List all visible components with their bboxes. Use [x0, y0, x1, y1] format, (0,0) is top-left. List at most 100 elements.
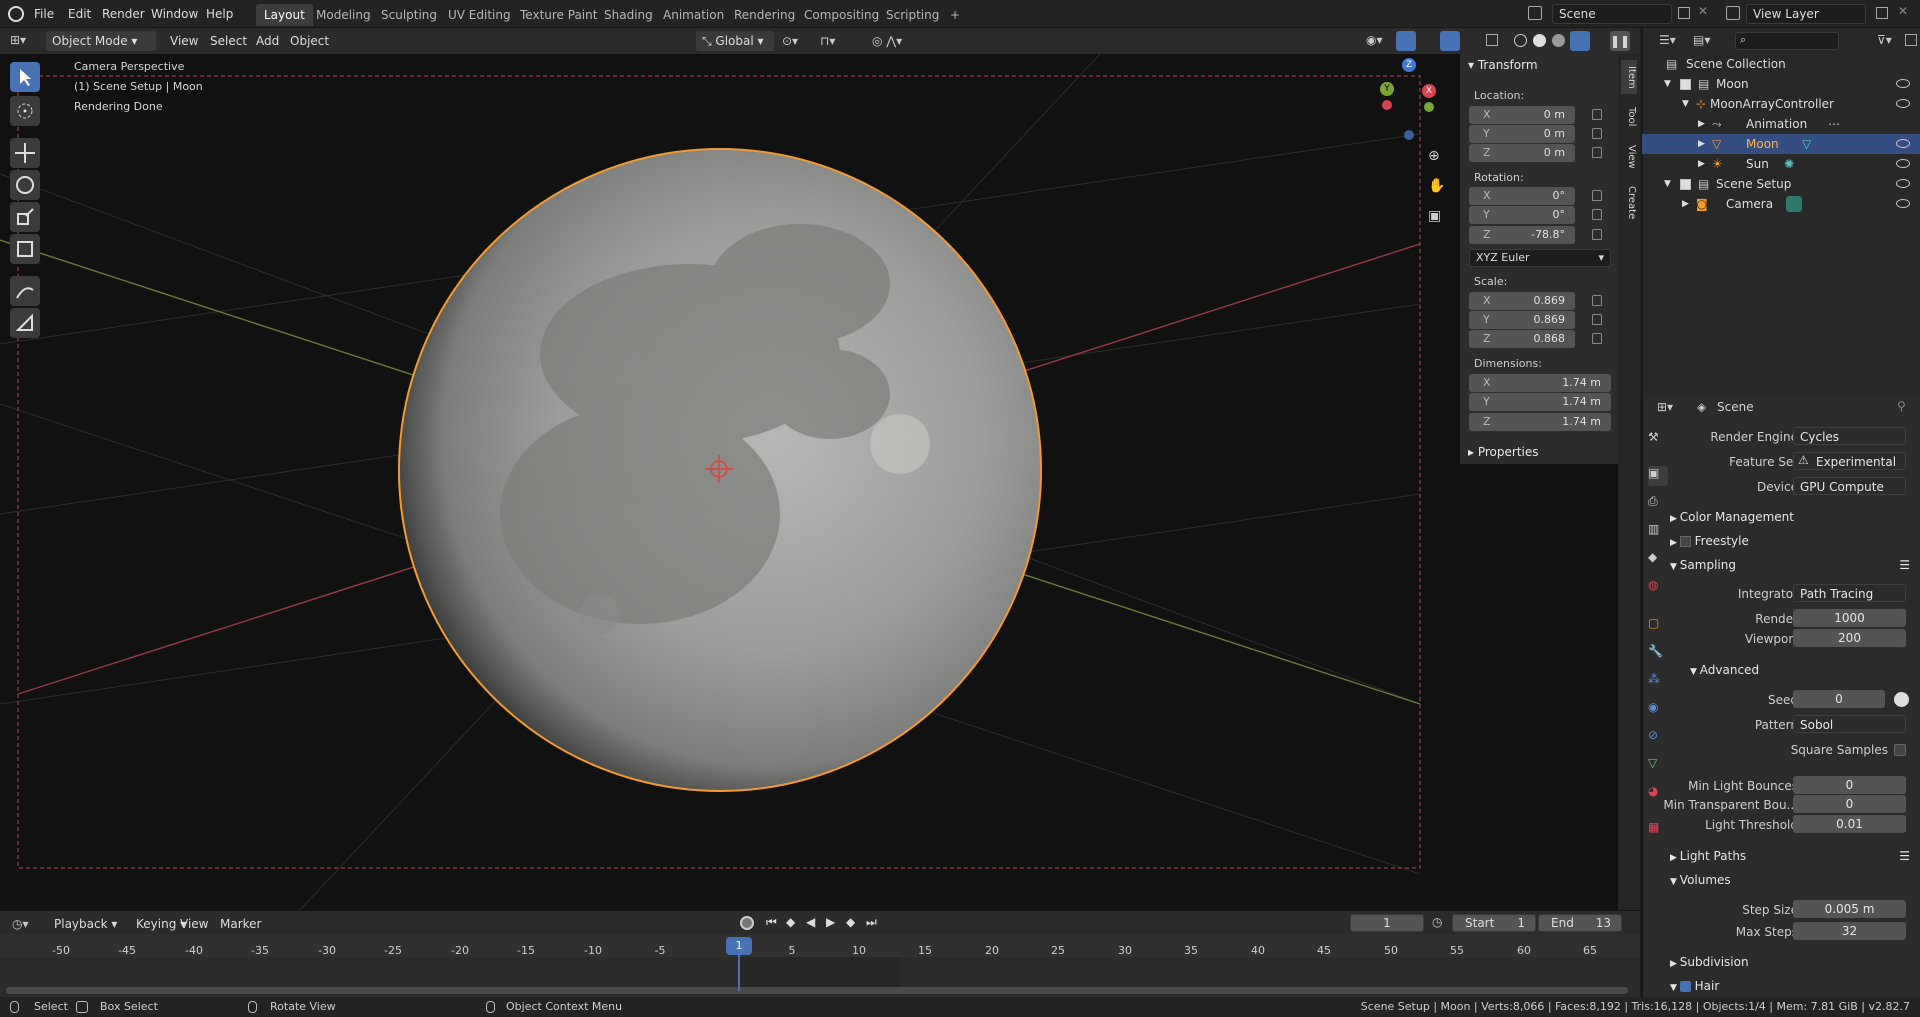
light-threshold-field[interactable]: 0.01	[1793, 815, 1906, 833]
menu-file[interactable]: File	[28, 4, 60, 24]
tab-compositing[interactable]: Compositing	[796, 4, 887, 26]
seed-field[interactable]: 0	[1793, 690, 1885, 708]
constraints-properties-icon[interactable]: ⊘	[1648, 728, 1668, 748]
eye-icon[interactable]	[1896, 199, 1910, 208]
checkbox-icon[interactable]	[1679, 981, 1691, 992]
start-frame-field[interactable]: Start 1	[1452, 914, 1536, 932]
move-tool-icon[interactable]	[10, 138, 40, 168]
tab-uv-editing[interactable]: UV Editing	[440, 4, 519, 26]
play-icon[interactable]: ▶	[826, 915, 835, 929]
tab-rendering[interactable]: Rendering	[726, 4, 803, 26]
navigation-gizmo[interactable]: Z X Y	[1380, 58, 1440, 140]
scale-x-field[interactable]: X 0.869	[1469, 292, 1575, 310]
outliner-search[interactable]: ⌕	[1735, 32, 1839, 50]
eye-icon[interactable]	[1896, 99, 1910, 108]
square-samples-checkbox[interactable]	[1894, 744, 1906, 756]
viewport-samples-field[interactable]: 200	[1793, 629, 1906, 647]
hair-panel[interactable]: ▼ Hair	[1670, 975, 1920, 997]
render-properties-icon[interactable]: ▣	[1648, 466, 1668, 486]
output-properties-icon[interactable]: ⎙	[1648, 494, 1668, 514]
scale-z-field[interactable]: Z 0.868	[1469, 330, 1575, 348]
advanced-subpanel[interactable]: ▼ Advanced	[1690, 659, 1920, 681]
tab-create[interactable]: Create	[1621, 180, 1637, 226]
outliner-row-scene-collection[interactable]: ▤ Scene Collection	[1642, 54, 1920, 74]
transform-panel-header[interactable]: ▾ Transform	[1468, 58, 1538, 72]
scene-icon[interactable]	[1528, 6, 1542, 20]
menu-select[interactable]: Select	[204, 31, 253, 51]
display-mode-icon[interactable]: ▤▾	[1693, 33, 1710, 47]
lock-icon[interactable]	[1592, 295, 1602, 306]
pan-hand-icon[interactable]: ✋	[1428, 178, 1445, 194]
dimensions-z-field[interactable]: Z 1.74 m	[1469, 413, 1611, 431]
world-properties-icon[interactable]: ◍	[1648, 578, 1668, 598]
location-x-field[interactable]: X 0 m	[1469, 106, 1575, 124]
current-frame-field[interactable]: 1	[1350, 914, 1424, 932]
transform-tool-icon[interactable]	[10, 234, 40, 264]
outliner-row-animation[interactable]: ▶ ⤳ Animation ⋯	[1642, 114, 1920, 134]
mode-selector[interactable]: Object Mode ▾	[46, 31, 156, 51]
lock-icon[interactable]	[1592, 128, 1602, 139]
tab-modeling[interactable]: Modeling	[308, 4, 379, 26]
dimensions-y-field[interactable]: Y 1.74 m	[1469, 393, 1611, 411]
menu-marker[interactable]: Marker	[214, 914, 267, 934]
camera-view-icon[interactable]: ▣	[1428, 208, 1441, 224]
menu-window[interactable]: Window	[145, 4, 204, 24]
scrollbar[interactable]	[6, 987, 1628, 994]
lock-icon[interactable]	[1592, 333, 1602, 344]
proportional-editing-icon[interactable]: ◎ ⋀▾	[872, 34, 902, 48]
presets-icon[interactable]: ☰	[1899, 845, 1910, 867]
tab-tool[interactable]: Tool	[1621, 100, 1637, 134]
solid-shading-icon[interactable]	[1533, 34, 1546, 47]
data-properties-icon[interactable]: ▽	[1648, 756, 1668, 776]
presets-icon[interactable]: ☰	[1899, 554, 1910, 576]
transform-orientation-selector[interactable]: ⤡ Global ▾	[696, 31, 774, 51]
tab-view[interactable]: View	[1621, 140, 1637, 174]
sampling-panel[interactable]: ▼ Sampling ☰	[1670, 554, 1920, 576]
tool-properties-icon[interactable]: ⚒	[1648, 430, 1668, 450]
snap-icon[interactable]: ⊓▾	[820, 34, 835, 48]
add-workspace-button[interactable]: +	[942, 4, 968, 26]
pin-icon[interactable]: ⚲	[1897, 399, 1906, 413]
select-tool-icon[interactable]	[10, 62, 40, 92]
scale-y-field[interactable]: Y 0.869	[1469, 311, 1575, 329]
tab-scripting[interactable]: Scripting	[878, 4, 947, 26]
menu-render[interactable]: Render	[96, 4, 151, 24]
view-layer-selector[interactable]: View Layer	[1746, 4, 1866, 24]
wireframe-shading-icon[interactable]	[1514, 34, 1527, 47]
menu-add[interactable]: Add	[250, 31, 285, 51]
tab-sculpting[interactable]: Sculpting	[373, 4, 445, 26]
delete-view-layer-icon[interactable]: ✕	[1898, 4, 1908, 18]
tab-shading[interactable]: Shading	[596, 4, 661, 26]
menu-view[interactable]: View	[164, 31, 204, 51]
scene-selector[interactable]: Scene	[1552, 4, 1672, 24]
menu-edit[interactable]: Edit	[62, 4, 97, 24]
next-keyframe-icon[interactable]: ◆	[846, 915, 855, 929]
dimensions-x-field[interactable]: X 1.74 m	[1469, 374, 1611, 392]
new-collection-icon[interactable]	[1905, 34, 1917, 46]
material-shading-icon[interactable]	[1552, 34, 1565, 47]
outliner-row-moonarraycontroller[interactable]: ▼ ⊹ MoonArrayController	[1642, 94, 1920, 114]
pause-render-icon[interactable]: ❚❚	[1610, 31, 1630, 51]
modifier-properties-icon[interactable]: 🔧	[1648, 644, 1668, 664]
subdivision-panel[interactable]: ▶ Subdivision	[1670, 951, 1920, 973]
menu-playback[interactable]: Playback ▾	[48, 914, 123, 934]
gizmo-y-icon[interactable]: Y	[1380, 82, 1394, 96]
xray-toggle-icon[interactable]	[1486, 34, 1498, 46]
tab-animation[interactable]: Animation	[655, 4, 732, 26]
properties-panel-header[interactable]: ▸ Properties	[1468, 445, 1539, 459]
eye-icon[interactable]	[1896, 79, 1910, 88]
lock-icon[interactable]	[1592, 147, 1602, 158]
gizmo-neg-z-icon[interactable]	[1404, 130, 1414, 140]
volumes-panel[interactable]: ▼ Volumes	[1670, 869, 1920, 891]
object-properties-icon[interactable]: ▢	[1648, 616, 1668, 636]
max-steps-field[interactable]: 32	[1793, 922, 1906, 940]
particles-properties-icon[interactable]: ⁂	[1648, 672, 1668, 692]
delete-scene-icon[interactable]: ✕	[1698, 4, 1708, 18]
outliner-row-sun[interactable]: ▶ ☀ Sun ✺	[1642, 154, 1920, 174]
feature-set-dropdown[interactable]: Experimental	[1793, 452, 1906, 470]
new-scene-icon[interactable]	[1678, 7, 1690, 19]
lock-icon[interactable]	[1592, 209, 1602, 220]
eye-icon[interactable]	[1896, 179, 1910, 188]
3d-viewport[interactable]: Camera Perspective (1) Scene Setup | Moo…	[0, 54, 1618, 910]
playhead-frame[interactable]: 1	[726, 937, 752, 955]
